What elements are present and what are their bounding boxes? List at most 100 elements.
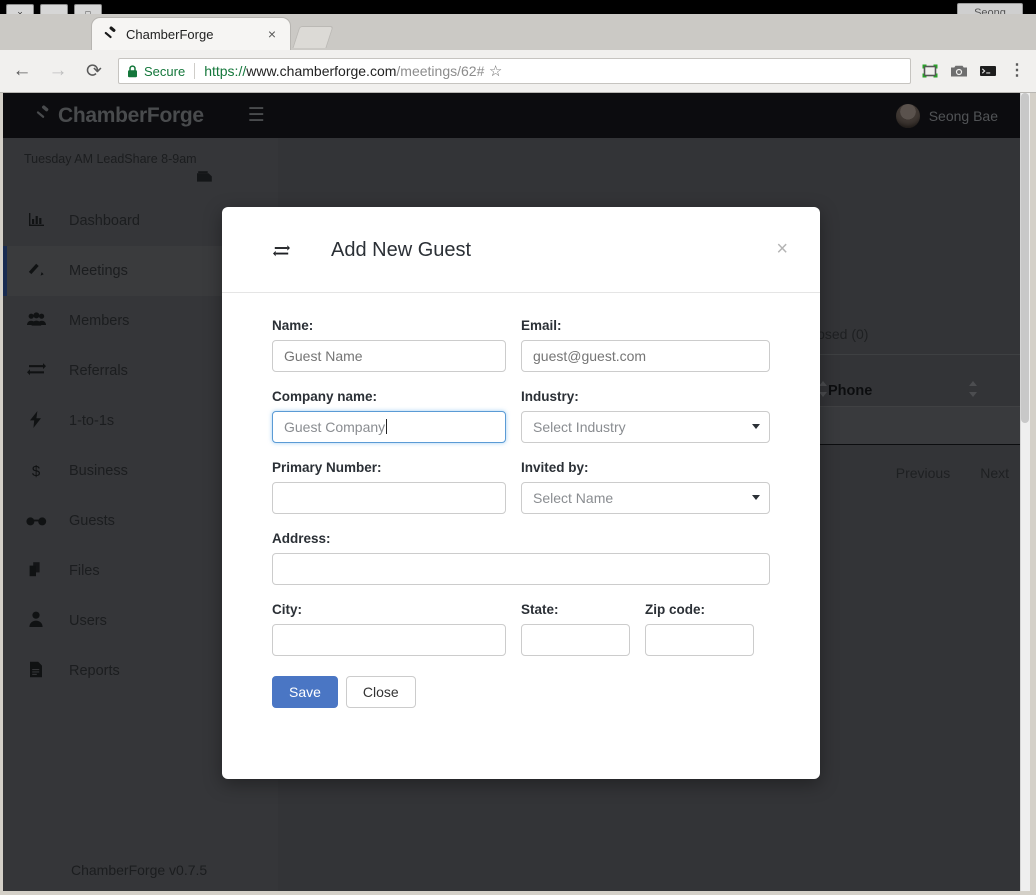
gavel-icon xyxy=(102,26,118,42)
browser-tab[interactable]: ChamberForge × xyxy=(92,18,290,50)
page-scrollbar-thumb[interactable] xyxy=(1021,93,1029,423)
terminal-icon[interactable] xyxy=(975,58,1001,84)
invited-by-select[interactable]: Select Name xyxy=(521,482,770,514)
tab-closed[interactable]: losed (0) xyxy=(814,326,868,342)
industry-selected-value: Select Industry xyxy=(533,419,626,435)
company-name-input[interactable]: Guest Company xyxy=(272,411,506,443)
field-group-primary-number: Primary Number: xyxy=(272,460,506,514)
desktop-background: × – □ Seong ChamberForge × xyxy=(0,0,1036,895)
invited-by-selected-value: Select Name xyxy=(533,490,614,506)
exchange-icon xyxy=(273,244,290,263)
primary-number-label: Primary Number: xyxy=(272,460,382,475)
industry-label: Industry: xyxy=(521,389,579,404)
field-group-city: City: xyxy=(272,602,506,656)
security-status-label: Secure xyxy=(144,63,186,79)
url-host: www.chamberforge.com xyxy=(246,63,397,79)
sidebar-item-label: Dashboard xyxy=(69,213,140,229)
glasses-icon xyxy=(3,513,69,530)
state-label: State: xyxy=(521,602,559,617)
add-new-guest-modal: Add New Guest × Name: Email: xyxy=(222,207,820,779)
pagination: Previous Next xyxy=(803,465,1020,481)
field-group-name: Name: xyxy=(272,318,506,372)
email-input[interactable] xyxy=(521,340,770,372)
forward-button[interactable]: → xyxy=(44,57,72,85)
primary-number-input[interactable] xyxy=(272,482,506,514)
pagination-previous[interactable]: Previous xyxy=(896,465,950,481)
sidebar-item-label: Guests xyxy=(69,513,115,529)
screenshot-region-icon[interactable] xyxy=(917,58,943,84)
table-bottom-rule xyxy=(803,444,1020,445)
invited-by-label: Invited by: xyxy=(521,460,589,475)
company-name-placeholder: Guest Company xyxy=(284,419,386,435)
sidebar-item-label: Members xyxy=(69,313,130,329)
users-icon xyxy=(3,312,69,330)
app-version-label: ChamberForge v0.7.5 xyxy=(71,862,208,878)
app-brand[interactable]: ChamberForge xyxy=(34,104,204,128)
tab-close-icon[interactable]: × xyxy=(264,26,280,42)
url-text: https://www.chamberforge.com/meetings/62… xyxy=(204,63,484,79)
chevron-down-icon xyxy=(752,495,760,500)
address-input[interactable] xyxy=(272,553,770,585)
files-icon xyxy=(3,561,69,582)
browser-toolbar: ← → ⟳ Secure https://www.chamberforge.co… xyxy=(0,50,1036,93)
sidebar-item-label: Reports xyxy=(69,663,120,679)
modal-header: Add New Guest × xyxy=(222,207,820,293)
pagination-next[interactable]: Next xyxy=(980,465,1009,481)
industry-select[interactable]: Select Industry xyxy=(521,411,770,443)
company-name-label: Company name: xyxy=(272,389,378,404)
field-group-address: Address: xyxy=(272,531,770,585)
avatar xyxy=(895,103,920,128)
address-bar[interactable]: Secure https://www.chamberforge.com/meet… xyxy=(118,58,911,84)
city-input[interactable] xyxy=(272,624,506,656)
browser-menu-button[interactable]: ⋮ xyxy=(1004,63,1030,79)
browser-window: ChamberForge × ← → ⟳ Secure https://www.… xyxy=(0,14,1036,895)
modal-body: Name: Email: Company name: Guest Company xyxy=(222,293,820,708)
sort-toggle-icon[interactable] xyxy=(819,381,828,397)
bookmark-star-icon[interactable]: ☆ xyxy=(484,62,502,80)
name-input[interactable] xyxy=(272,340,506,372)
modal-actions: Save Close xyxy=(272,676,770,708)
back-button[interactable]: ← xyxy=(8,57,36,85)
form-row-address: Address: xyxy=(272,531,770,585)
url-scheme: https:// xyxy=(204,63,247,79)
navbar-user-name: Seong Bae xyxy=(928,107,998,124)
sidebar-item-label: Files xyxy=(69,563,100,579)
reload-button[interactable]: ⟳ xyxy=(80,57,108,85)
field-group-invited-by: Invited by: Select Name xyxy=(521,460,770,514)
email-label: Email: xyxy=(521,318,562,333)
form-row-name-email: Name: Email: xyxy=(272,318,770,372)
form-row-company-industry: Company name: Guest Company Industry: Se… xyxy=(272,389,770,443)
state-input[interactable] xyxy=(521,624,630,656)
sort-toggle-icon[interactable] xyxy=(969,381,978,397)
page-viewport: ChamberForge ☰ Seong Bae Tuesday AM Lead… xyxy=(3,93,1030,891)
clipboard-icon[interactable] xyxy=(196,170,214,184)
close-icon[interactable]: × xyxy=(776,239,788,259)
table-row[interactable] xyxy=(803,406,1020,444)
sidebar-meeting-icons xyxy=(3,166,278,196)
bar-chart-icon xyxy=(3,212,69,231)
app-navbar: ChamberForge ☰ Seong Bae xyxy=(3,93,1020,138)
field-group-email: Email: xyxy=(521,318,770,372)
sidebar-item-label: Business xyxy=(69,463,128,479)
new-tab-button[interactable] xyxy=(292,26,334,48)
field-group-company-name: Company name: Guest Company xyxy=(272,389,506,443)
page-scrollbar[interactable] xyxy=(1020,93,1030,891)
pencil-icon xyxy=(3,261,69,282)
city-label: City: xyxy=(272,602,302,617)
sidebar-meeting-label: Tuesday AM LeadShare 8-9am xyxy=(24,152,197,166)
navbar-user[interactable]: Seong Bae xyxy=(895,103,998,128)
name-label: Name: xyxy=(272,318,314,333)
field-group-industry: Industry: Select Industry xyxy=(521,389,770,443)
hamburger-icon[interactable]: ☰ xyxy=(248,106,265,125)
browser-tab-title: ChamberForge xyxy=(126,26,214,42)
save-button[interactable]: Save xyxy=(272,676,338,708)
field-group-state: State: xyxy=(521,602,630,656)
camera-icon[interactable] xyxy=(946,58,972,84)
cancel-button[interactable]: Close xyxy=(345,676,416,708)
tab-underline xyxy=(803,354,1020,355)
document-icon xyxy=(3,661,69,682)
zip-code-label: Zip code: xyxy=(645,602,705,617)
lock-icon xyxy=(127,64,138,78)
table-header-phone[interactable]: Phone xyxy=(828,383,872,399)
zip-code-input[interactable] xyxy=(645,624,754,656)
